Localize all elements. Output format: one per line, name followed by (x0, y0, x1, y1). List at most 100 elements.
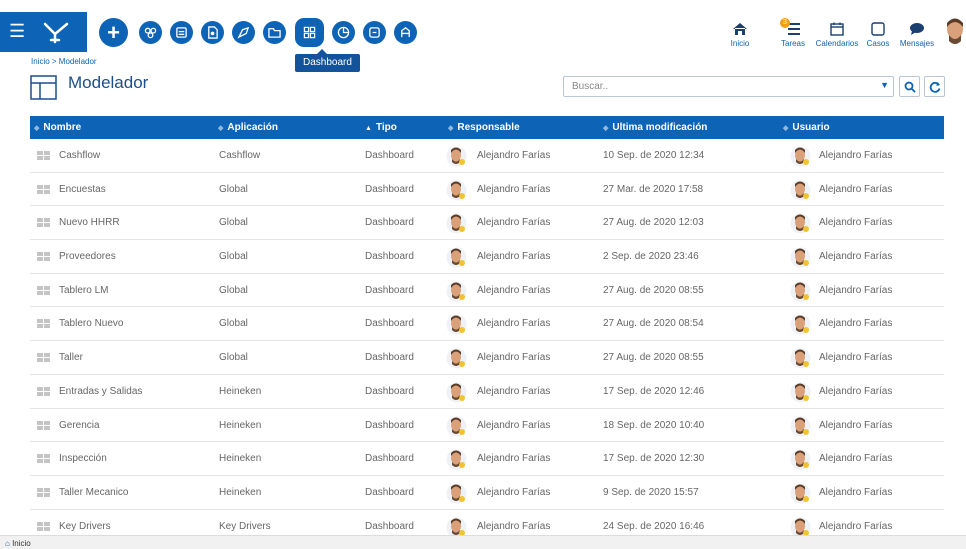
nav-calendars[interactable]: Calendarios (814, 12, 860, 52)
cell-usuario: Alejandro Farías (819, 318, 893, 330)
column-label: Usuario (792, 122, 830, 133)
cell-nombre: Tablero Nuevo (59, 318, 124, 330)
table-row[interactable]: Gerencia Heineken Dashboard Alejandro Faría… (30, 409, 944, 443)
folder-tool-icon[interactable] (263, 21, 286, 44)
nav-tasks[interactable]: 3 Tareas (778, 12, 808, 52)
cell-responsable: Alejandro Farías (477, 419, 551, 431)
nav-home-label: Inicio (730, 39, 750, 48)
nav-home[interactable]: Inicio (727, 12, 753, 52)
cell-responsable: Alejandro Farías (477, 150, 551, 161)
breadcrumb[interactable]: Inicio > Modelador (31, 57, 97, 66)
search-box: ▼ (563, 76, 894, 97)
table-row[interactable]: Taller Mecanico Heineken Dashboard Alejandr… (30, 476, 944, 510)
table-row[interactable]: Entradas y Salidas Heineken Dashboard Aleja… (30, 375, 944, 409)
cell-tipo: Dashboard (365, 419, 414, 431)
cell-usuario: Alejandro Farías (819, 251, 893, 263)
table-header: ◆ Nombre ◆ Aplicación ▲ Tipo ◆ Responsable ◆… (30, 116, 944, 139)
column-header-responsable[interactable]: ◆ Responsable (448, 116, 520, 139)
table-row[interactable]: Cashflow Cashflow Dashboard Alejandro Faría… (30, 139, 944, 173)
column-header-usuario[interactable]: ◆ Usuario (783, 116, 830, 139)
modeler-table: ◆ Nombre ◆ Aplicación ▲ Tipo ◆ Responsable ◆… (30, 116, 944, 544)
avatar (446, 247, 467, 268)
add-button[interactable]: + (99, 18, 128, 47)
nav-cases[interactable]: Casos (864, 12, 892, 52)
dashboard-tool-icon[interactable] (298, 21, 321, 44)
nav-tasks-label: Tareas (780, 39, 805, 48)
nav-messages[interactable]: Mensajes (899, 12, 935, 52)
table-row[interactable]: Tablero Nuevo Global Dashboard Alejandro Fa… (30, 307, 944, 342)
nav-calendars-label: Calendarios (815, 39, 859, 48)
nav-cases-label: Casos (866, 39, 890, 48)
cell-responsable: Alejandro Farías (477, 217, 551, 229)
column-header-modificacion[interactable]: ◆ Ultima modificación (603, 116, 707, 139)
avatar (790, 416, 811, 436)
cell-responsable: Alejandro Farías (477, 352, 551, 364)
cell-modificacion: 10 Sep. de 2020 12:34 (603, 150, 705, 161)
dashboard-item-icon (37, 487, 50, 497)
cell-responsable: Alejandro Farías (477, 453, 551, 465)
avatar (446, 180, 467, 201)
user-avatar[interactable] (944, 17, 966, 47)
cell-responsable: Alejandro Farías (477, 183, 551, 195)
sort-icon: ◆ (218, 125, 224, 132)
cell-tipo: Dashboard (365, 352, 414, 364)
dashboard-item-icon (37, 386, 50, 396)
cell-usuario: Alejandro Farías (819, 486, 893, 498)
cell-aplicacion: Heineken (219, 486, 262, 498)
cell-modificacion: 27 Aug. de 2020 12:03 (603, 217, 704, 229)
table-row[interactable]: Proveedores Global Dashboard Alejandro Farí… (30, 240, 944, 274)
avatar (446, 146, 467, 167)
footer-tab-label: Inicio (12, 539, 31, 548)
table-row[interactable]: Nuevo HHRR Global Dashboard Alejandro Faría… (30, 206, 944, 241)
search-dropdown-icon[interactable]: ▼ (880, 80, 889, 90)
avatar (446, 483, 467, 504)
column-header-aplicacion[interactable]: ◆ Aplicación (218, 116, 278, 139)
cell-modificacion: 27 Aug. de 2020 08:55 (603, 284, 704, 296)
cell-tipo: Dashboard (365, 183, 414, 195)
sort-ascending-icon: ▲ (365, 125, 372, 132)
cell-aplicacion: Cashflow (219, 150, 261, 161)
cell-usuario: Alejandro Farías (819, 453, 893, 465)
app-logo-icon[interactable] (37, 18, 73, 46)
panel-tool-icon[interactable] (363, 21, 386, 44)
hamburger-menu-icon[interactable]: ☰ (9, 22, 27, 40)
search-button[interactable] (899, 76, 920, 97)
table-row[interactable]: Tablero LM Global Dashboard Alejandro Faría… (30, 274, 944, 308)
document-tool-icon[interactable] (201, 21, 224, 44)
avatar (790, 180, 811, 201)
messages-icon (909, 19, 925, 39)
cell-usuario: Alejandro Farías (819, 419, 893, 431)
cell-usuario: Alejandro Farías (819, 150, 893, 161)
form-tool-icon[interactable] (170, 21, 193, 44)
table-row[interactable]: Encuestas Global Dashboard Alejandro Farías… (30, 173, 944, 207)
cell-usuario: Alejandro Farías (819, 217, 893, 229)
cell-responsable: Alejandro Farías (477, 284, 551, 296)
footer-tab-home[interactable]: ⌂ Inicio (5, 537, 31, 549)
home-icon: ⌂ (5, 539, 10, 548)
search-input[interactable] (564, 77, 864, 96)
rule-tool-icon[interactable] (232, 21, 255, 44)
cell-nombre: Entradas y Salidas (59, 385, 143, 397)
dashboard-item-icon (37, 252, 50, 262)
cell-tipo: Dashboard (365, 284, 414, 296)
process-tool-icon[interactable] (139, 21, 162, 44)
app-tool-icon[interactable] (394, 21, 417, 44)
cell-tipo: Dashboard (365, 453, 414, 465)
column-header-tipo[interactable]: ▲ Tipo (365, 116, 397, 139)
cell-tipo: Dashboard (365, 486, 414, 498)
cell-nombre: Nuevo HHRR (59, 217, 120, 229)
dashboard-item-icon (37, 521, 50, 531)
refresh-button[interactable] (924, 76, 945, 97)
column-header-nombre[interactable]: ◆ Nombre (34, 116, 81, 139)
avatar (446, 314, 467, 335)
search-icon (904, 81, 916, 93)
cell-modificacion: 27 Mar. de 2020 17:58 (603, 183, 704, 195)
avatar (790, 348, 811, 369)
cell-modificacion: 17 Sep. de 2020 12:46 (603, 385, 705, 397)
table-row[interactable]: Taller Global Dashboard Alejandro Farías 27 … (30, 341, 944, 375)
cell-tipo: Dashboard (365, 150, 414, 161)
table-row[interactable]: Inspección Heineken Dashboard Alejandro Far… (30, 442, 944, 476)
dashboard-item-icon (37, 353, 50, 363)
chart-tool-icon[interactable] (332, 21, 355, 44)
cell-nombre: Encuestas (59, 183, 106, 195)
